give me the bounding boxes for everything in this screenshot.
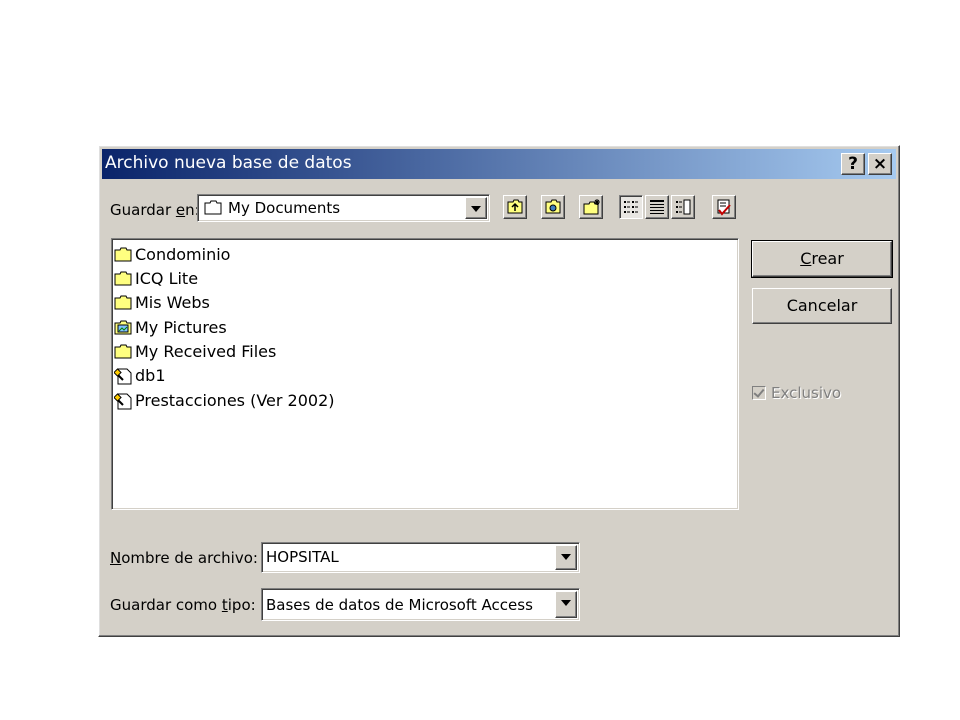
tools-icon[interactable] [712, 195, 736, 219]
location-combo[interactable]: My Documents [197, 194, 490, 222]
filetype-label: Guardar como tipo: [110, 596, 256, 614]
new-folder-icon[interactable] [579, 195, 603, 219]
properties-view-icon[interactable] [671, 195, 695, 219]
exclusive-checkbox[interactable] [752, 386, 766, 400]
pictures-folder-icon [114, 320, 132, 335]
exclusive-label: Exclusivo [771, 384, 842, 402]
filename-combo[interactable]: HOPSITAL [261, 542, 580, 573]
access-db-icon [114, 368, 132, 385]
folder-icon [114, 247, 132, 262]
up-one-level-icon[interactable] [503, 195, 527, 219]
access-db-icon [114, 393, 132, 410]
search-web-icon[interactable] [541, 195, 565, 219]
filename-input[interactable]: HOPSITAL [266, 548, 339, 566]
filetype-value: Bases de datos de Microsoft Access [266, 596, 533, 614]
dialog-title: Archivo nueva base de datos [105, 153, 352, 173]
cancel-button[interactable]: Cancelar [752, 288, 892, 324]
help-button[interactable]: ? [841, 153, 865, 175]
folder-icon [114, 295, 132, 310]
filename-label: Nombre de archivo: [110, 549, 258, 567]
location-value: My Documents [228, 199, 341, 217]
file-list[interactable] [111, 238, 739, 510]
title-bar[interactable]: Archivo nueva base de datos ? × [102, 149, 896, 179]
filename-dropdown-button[interactable] [555, 545, 577, 570]
create-button[interactable]: Crear [751, 240, 893, 278]
filetype-dropdown-button[interactable] [555, 591, 577, 618]
location-dropdown-button[interactable] [465, 197, 487, 219]
details-view-icon[interactable] [645, 195, 669, 219]
list-view-icon[interactable] [619, 195, 643, 219]
close-button[interactable]: × [868, 153, 892, 175]
save-in-label: Guardar en: [110, 201, 200, 219]
folder-icon [204, 200, 222, 215]
folder-icon [114, 344, 132, 359]
folder-icon [114, 271, 132, 286]
filetype-combo[interactable]: Bases de datos de Microsoft Access [261, 588, 580, 621]
